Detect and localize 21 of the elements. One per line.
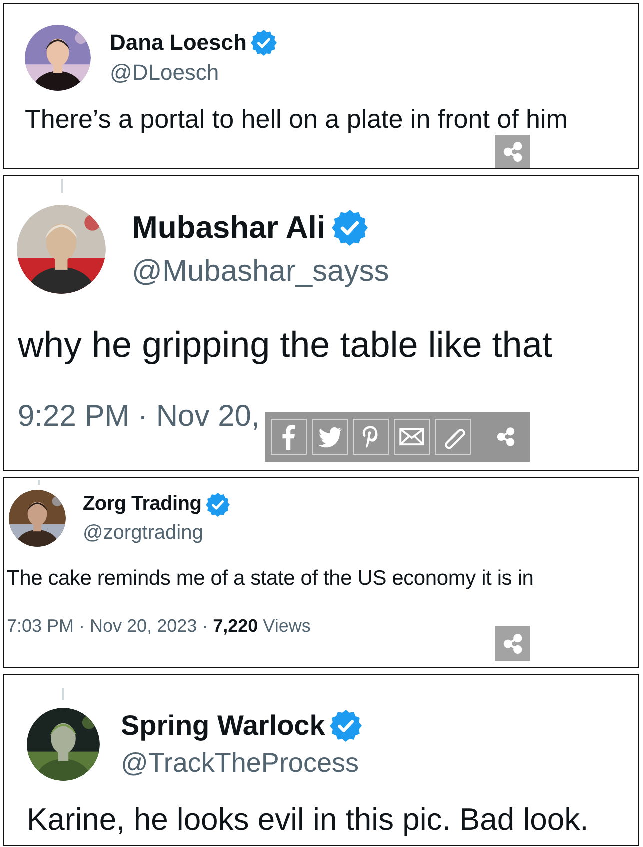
- tweet-text: why he gripping the table like that: [17, 323, 554, 366]
- mail-button[interactable]: [394, 419, 430, 455]
- link-button[interactable]: [435, 419, 471, 455]
- tweet-meta: 7:03 PM · Nov 20, 2023 · 7,220 Views: [6, 615, 312, 637]
- tweet-text: The cake reminds me of a state of the US economy it is in: [6, 566, 535, 591]
- author-handle: @TrackTheProcess: [121, 748, 360, 779]
- facebook-button[interactable]: [271, 419, 307, 455]
- author-name: Dana Loesch: [110, 30, 247, 56]
- bird-button[interactable]: [312, 419, 348, 455]
- share-button[interactable]: [495, 626, 530, 661]
- author-handle: @Mubashar_sayss: [132, 255, 390, 289]
- pinterest-button[interactable]: [353, 419, 389, 455]
- share-button[interactable]: [495, 135, 530, 168]
- author-name: Mubashar Ali: [132, 210, 326, 246]
- author-handle: @zorgtrading: [83, 522, 204, 544]
- tweet-text: Karine, he looks evil in this pic. Bad look.: [26, 801, 590, 838]
- tweet-text: There’s a portal to hell on a plate in front of him: [24, 103, 569, 134]
- author-name: Zorg Trading: [83, 493, 202, 516]
- author-handle: @DLoesch: [110, 60, 220, 86]
- author-name: Spring Warlock: [121, 710, 326, 742]
- tweet-meta: 9:22 PM · Nov 20,: [17, 399, 261, 434]
